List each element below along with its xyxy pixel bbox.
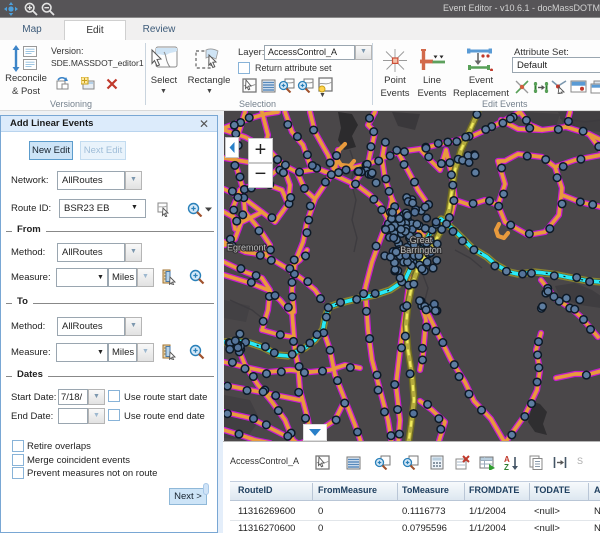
svg-text:Egremont: Egremont — [227, 243, 267, 253]
svg-text:Great: Great — [410, 235, 433, 245]
svg-text:Z: Z — [504, 463, 509, 470]
svg-text:Barrington: Barrington — [400, 245, 442, 255]
